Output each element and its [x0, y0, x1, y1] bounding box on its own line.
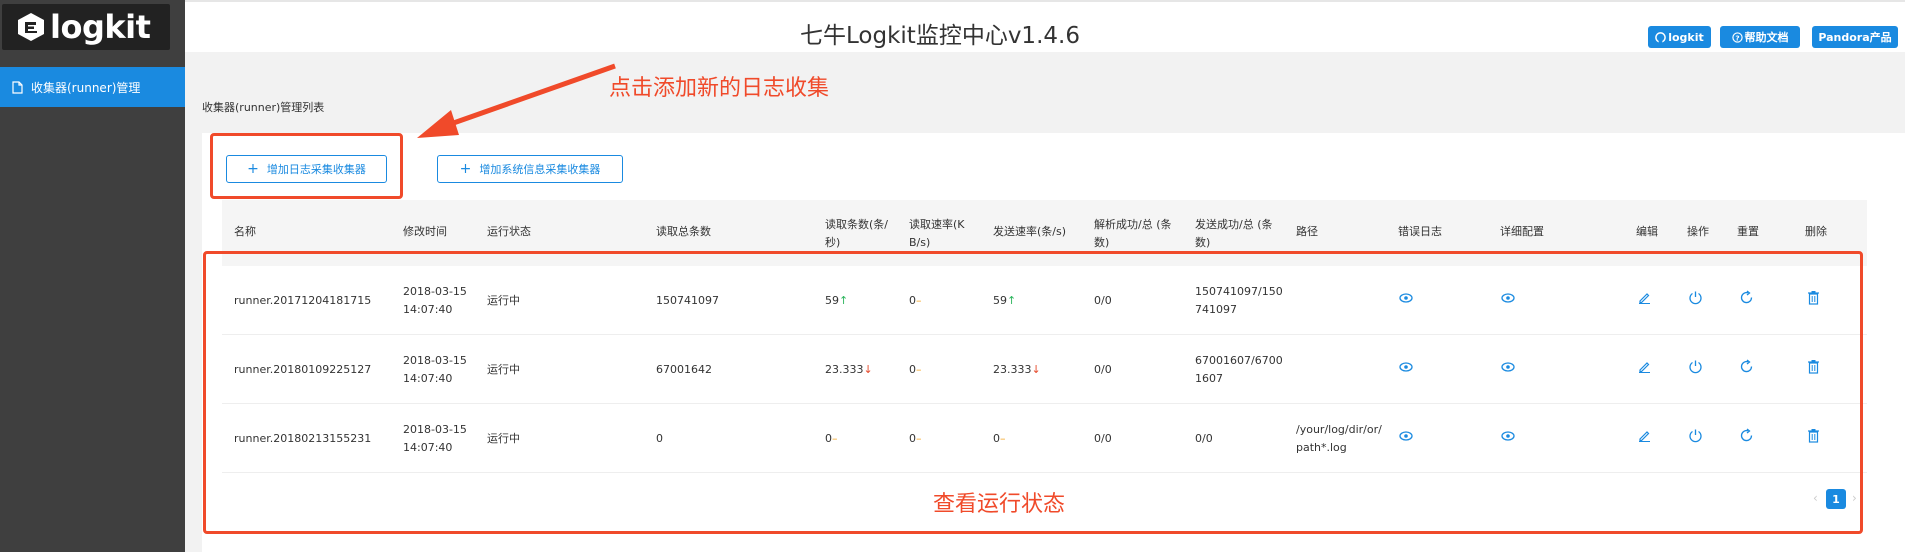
col-detail: 详细配置	[1500, 225, 1544, 238]
col-send-rate: 发送速率(条/s)	[993, 225, 1067, 238]
col-parse-line2: 数)	[1094, 236, 1110, 249]
col-parse: 解析成功/总 (条 数)	[1094, 216, 1172, 252]
col-read-rate: 读取速率(K B/s)	[909, 216, 965, 252]
col-parse-line1: 解析成功/总 (条	[1094, 218, 1172, 231]
annotation-status-note: 查看运行状态	[933, 492, 1066, 517]
top-border	[185, 0, 1905, 2]
col-status: 运行状态	[487, 225, 531, 238]
col-reset: 重置	[1737, 225, 1759, 238]
logo-text: logkit	[50, 8, 151, 46]
col-error-log: 错误日志	[1398, 225, 1442, 238]
col-edit: 编辑	[1636, 225, 1658, 238]
col-read-rate-line2: B/s)	[909, 236, 931, 249]
col-read-rate-line1: 读取速率(K	[909, 218, 965, 231]
page-title: 七牛Logkit监控中心v1.4.6	[800, 23, 1080, 49]
pandora-product-label: Pandora产品	[1818, 31, 1892, 44]
add-system-collector-label: 增加系统信息采集收集器	[479, 163, 601, 176]
annotation-add-note: 点击添加新的日志收集	[609, 76, 830, 101]
col-read-count-line2: 秒)	[825, 236, 841, 249]
col-read-count-line1: 读取条数(条/	[825, 218, 888, 231]
help-docs-button[interactable]: ? 帮助文档	[1720, 26, 1800, 48]
logkit-link-label: logkit	[1668, 30, 1704, 44]
sidebar-item-label: 收集器(runner)管理	[31, 80, 141, 95]
col-read-count: 读取条数(条/ 秒)	[825, 216, 888, 252]
sidebar: logkit 收集器(runner)管理	[0, 0, 185, 552]
logo: logkit	[2, 4, 170, 50]
logkit-link-button[interactable]: logkit	[1648, 26, 1711, 48]
col-name: 名称	[234, 225, 256, 238]
file-icon	[12, 80, 23, 94]
sidebar-item-runner-management[interactable]: 收集器(runner)管理	[0, 67, 185, 107]
col-delete: 删除	[1805, 225, 1827, 238]
plus-icon: +	[459, 161, 472, 177]
logkit-logo-icon	[18, 13, 44, 41]
col-send-line2: 数)	[1195, 236, 1211, 249]
annotation-box-add	[210, 133, 403, 199]
github-icon	[1655, 31, 1667, 43]
help-docs-label: 帮助文档	[1744, 31, 1789, 44]
col-send-line1: 发送成功/总 (条	[1195, 218, 1273, 231]
pandora-product-button[interactable]: Pandora产品	[1812, 26, 1898, 48]
help-icon: ?	[1731, 31, 1743, 43]
col-operate: 操作	[1687, 225, 1709, 238]
annotation-arrow	[417, 63, 616, 138]
col-send: 发送成功/总 (条 数)	[1195, 216, 1273, 252]
add-system-collector-button[interactable]: + 增加系统信息采集收集器	[437, 155, 623, 183]
svg-text:?: ?	[1735, 33, 1739, 42]
col-read-total: 读取总条数	[656, 225, 711, 238]
col-path: 路径	[1296, 225, 1318, 238]
col-mtime: 修改时间	[403, 225, 447, 238]
breadcrumb: 收集器(runner)管理列表	[202, 101, 325, 114]
